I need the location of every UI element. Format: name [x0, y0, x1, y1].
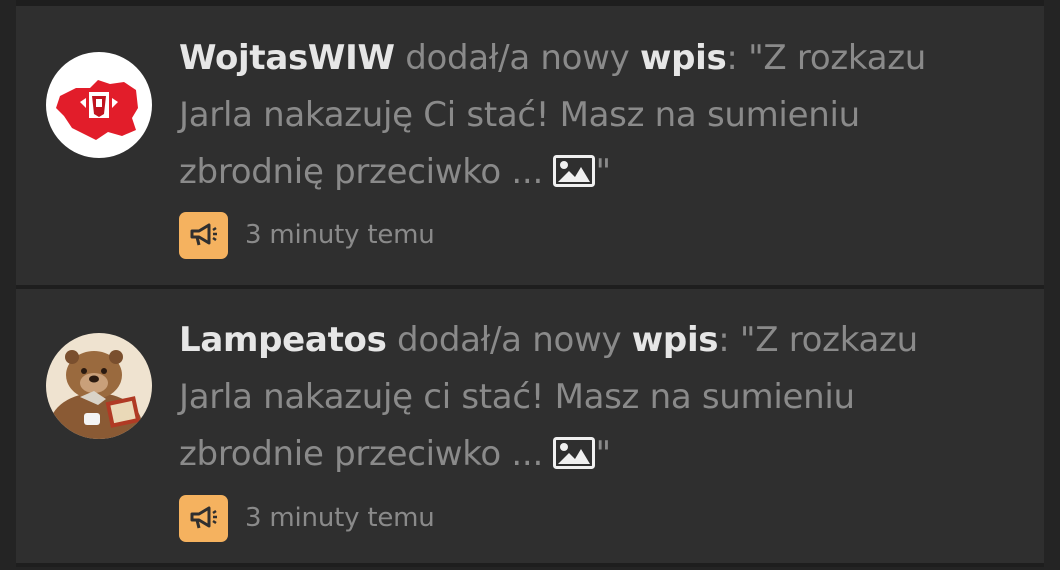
action-text: dodał/a nowy [386, 320, 632, 360]
item-meta: 3 minuty temu [179, 211, 435, 259]
entry-link[interactable]: wpis [640, 38, 727, 78]
megaphone-icon [179, 211, 228, 259]
item-meta: 3 minuty temu [179, 494, 435, 542]
action-text: dodał/a nowy [394, 38, 640, 78]
avatar[interactable] [46, 52, 152, 158]
username-link[interactable]: WojtasWIW [179, 38, 395, 78]
timestamp: 3 minuty temu [245, 220, 435, 250]
quote-end: " [595, 152, 611, 192]
entry-link[interactable]: wpis [632, 320, 719, 360]
image-icon[interactable] [553, 155, 596, 187]
feed-item-text: Lampeatos dodał/a nowy wpis: "Z rozkazu … [179, 312, 999, 483]
username-link[interactable]: Lampeatos [179, 320, 387, 360]
megaphone-icon [179, 494, 228, 542]
activity-feed: WojtasWIW dodał/a nowy wpis: "Z rozkazu … [16, 0, 1044, 567]
feed-item[interactable]: WojtasWIW dodał/a nowy wpis: "Z rozkazu … [16, 6, 1044, 285]
feed-item[interactable]: Lampeatos dodał/a nowy wpis: "Z rozkazu … [16, 289, 1044, 563]
beaver-reading-avatar-icon [46, 333, 152, 439]
poland-map-eagle-avatar-icon [46, 52, 152, 158]
quote-end: " [595, 434, 611, 474]
image-icon[interactable] [553, 437, 596, 469]
timestamp: 3 minuty temu [245, 503, 435, 533]
feed-item-text: WojtasWIW dodał/a nowy wpis: "Z rozkazu … [179, 30, 999, 201]
avatar[interactable] [46, 333, 152, 439]
